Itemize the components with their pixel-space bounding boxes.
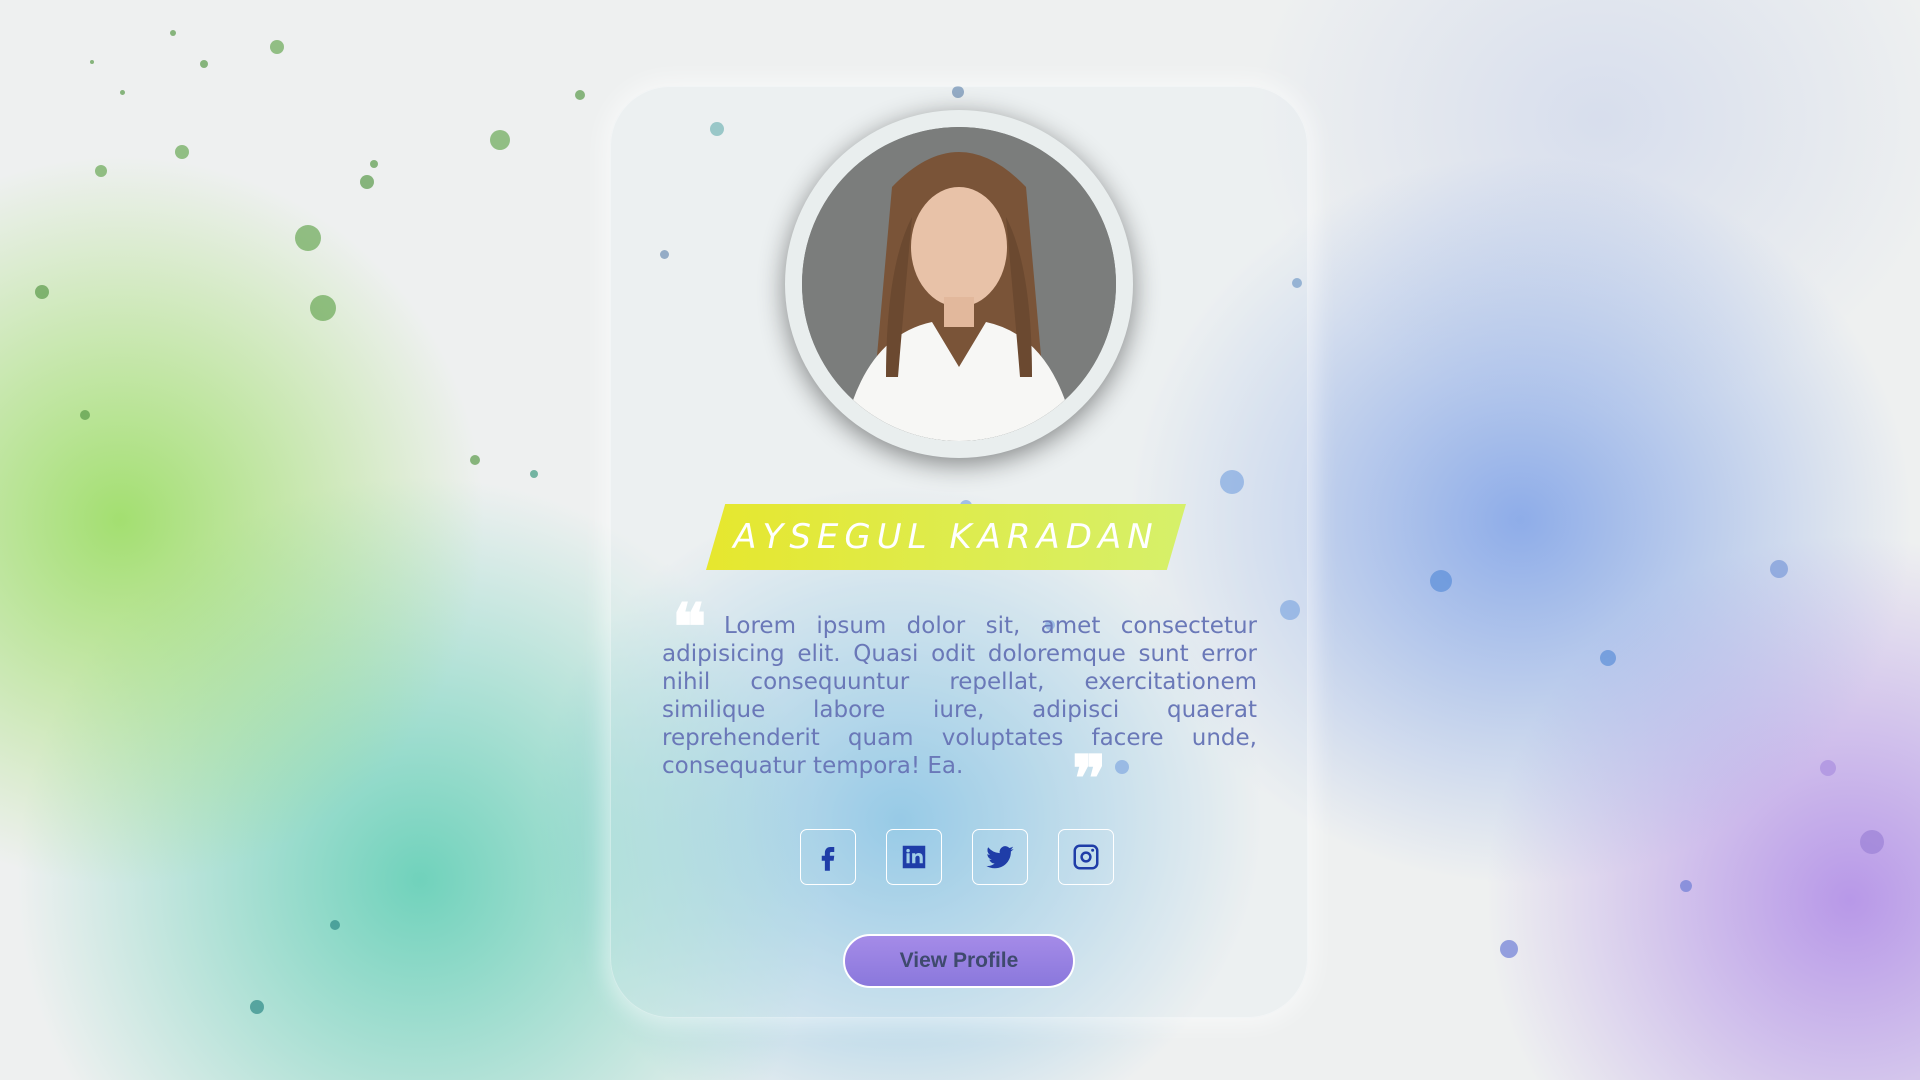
paint-speck: [575, 90, 585, 100]
facebook-icon: [821, 847, 835, 871]
paint-speck: [270, 40, 284, 54]
twitter-link[interactable]: [972, 829, 1028, 885]
paint-speck: [170, 30, 176, 36]
paint-speck: [1430, 570, 1452, 592]
paint-speck: [490, 130, 510, 150]
paint-speck: [1820, 760, 1836, 776]
profile-bio: Lorem ipsum dolor sit, amet consectetur …: [662, 613, 1257, 779]
paint-speck: [95, 165, 107, 177]
paint-speck: [1500, 940, 1518, 958]
paint-speck: [80, 410, 90, 420]
paint-speck: [90, 60, 94, 64]
instagram-link[interactable]: [1058, 829, 1114, 885]
quote-close-icon: ❞: [1072, 742, 1107, 817]
paint-speck: [295, 225, 321, 251]
paint-speck: [370, 160, 378, 168]
instagram-icon: [1073, 844, 1099, 870]
paint-speck: [1770, 560, 1788, 578]
paint-speck: [330, 920, 340, 930]
paint-speck: [360, 175, 374, 189]
facebook-link[interactable]: [800, 829, 856, 885]
paint-speck: [120, 90, 125, 95]
paint-speck: [1860, 830, 1884, 854]
paint-speck: [1680, 880, 1692, 892]
avatar-frame: [785, 110, 1133, 458]
twitter-icon: [986, 846, 1014, 869]
avatar: [802, 127, 1116, 441]
paint-speck: [470, 455, 480, 465]
linkedin-icon: [902, 845, 926, 869]
paint-speck: [175, 145, 189, 159]
paint-speck: [1600, 650, 1616, 666]
paint-speck: [250, 1000, 264, 1014]
view-profile-button[interactable]: View Profile: [843, 934, 1075, 988]
paint-speck: [200, 60, 208, 68]
profile-name: AYSEGUL KARADAN: [733, 517, 1159, 557]
paint-speck: [310, 295, 336, 321]
portrait-photo: [802, 127, 1116, 441]
paint-speck: [35, 285, 49, 299]
paint-speck: [530, 470, 538, 478]
social-links: [800, 829, 1114, 887]
linkedin-link[interactable]: [886, 829, 942, 885]
